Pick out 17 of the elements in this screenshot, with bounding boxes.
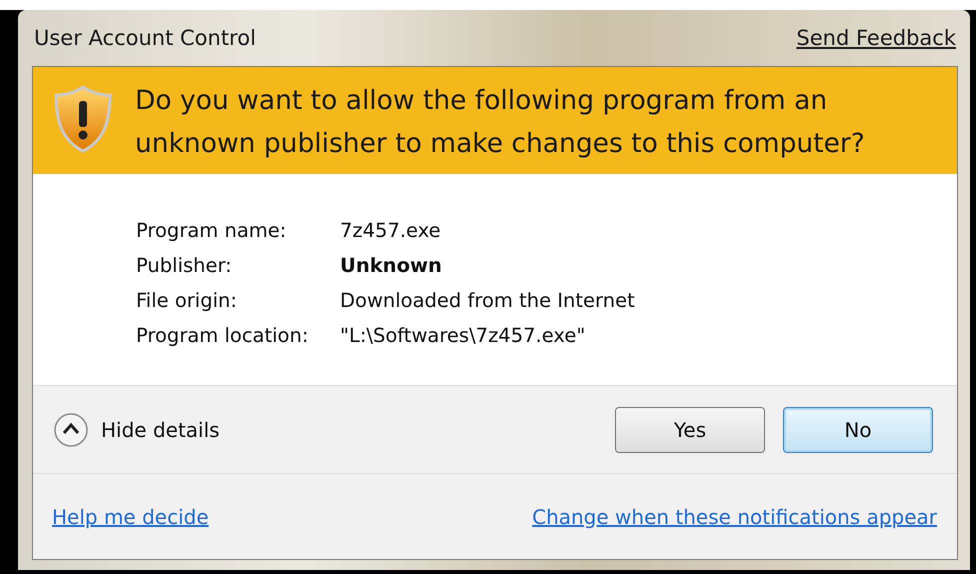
details-toggle[interactable]: Hide details <box>53 412 220 448</box>
detail-value: "L:\Softwares\7z457.exe" <box>340 323 586 349</box>
help-link[interactable]: Change when these notifications appear <box>532 504 937 528</box>
dialog-button[interactable]: Yes <box>615 406 765 452</box>
help-link[interactable]: Help me decide <box>52 504 209 528</box>
send-feedback-link[interactable]: Send Feedback <box>796 26 956 50</box>
detail-value: Downloaded from the Internet <box>340 288 636 314</box>
detail-label: Program name: <box>136 218 288 244</box>
warning-shield-icon <box>53 85 113 153</box>
detail-value: Unknown <box>340 253 443 279</box>
detail-value: 7z457.exe <box>340 218 442 244</box>
detail-label: Publisher: <box>136 253 233 279</box>
detail-label: Program location: <box>136 323 310 349</box>
dialog-button[interactable]: No <box>783 406 933 452</box>
window-title: User Account Control <box>34 26 256 50</box>
prompt-heading: Do you want to allow the following program from an unknown publisher to make changes to this computer? <box>135 84 866 161</box>
detail-label: File origin: <box>136 288 238 314</box>
